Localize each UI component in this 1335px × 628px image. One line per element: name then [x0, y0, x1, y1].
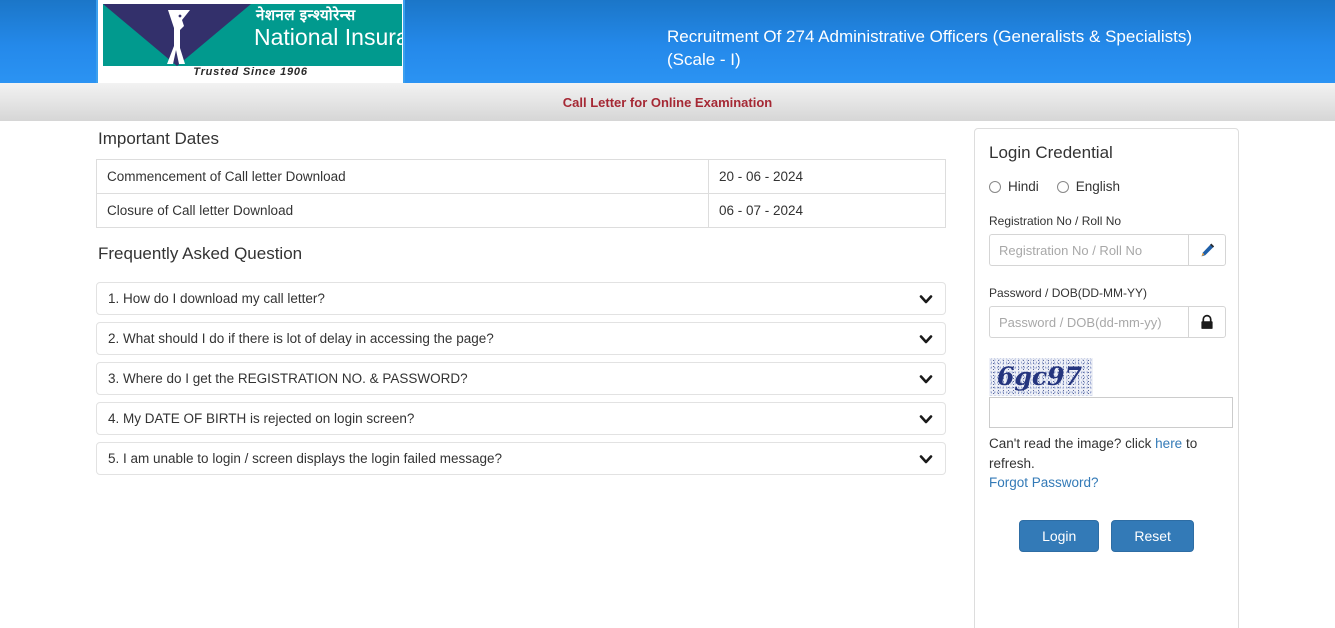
- faq-item-3[interactable]: 3. Where do I get the REGISTRATION NO. &…: [96, 362, 946, 395]
- password-input-group: [989, 306, 1226, 338]
- chevron-down-icon[interactable]: [919, 412, 933, 426]
- chevron-down-icon[interactable]: [919, 452, 933, 466]
- faq-list: 1. How do I download my call letter? 2. …: [96, 282, 946, 475]
- table-row: Closure of Call letter Download 06 - 07 …: [96, 193, 946, 228]
- logo-english-name: National Insurance: [254, 24, 403, 50]
- table-row: Commencement of Call letter Download 20 …: [96, 159, 946, 194]
- login-panel: Login Credential Hindi English Registrat…: [974, 128, 1239, 628]
- left-column: Important Dates Commencement of Call let…: [96, 121, 946, 482]
- pencil-icon[interactable]: [1199, 242, 1216, 259]
- subtitle-text: Call Letter for Online Examination: [562, 94, 773, 110]
- logo-hindi-name: नेशनल इन्श्योरेन्स: [256, 7, 356, 24]
- chevron-down-icon[interactable]: [919, 372, 933, 386]
- login-button-row: Login Reset: [989, 520, 1224, 553]
- radio-circle-icon[interactable]: [1056, 180, 1069, 193]
- logo-tagline: Trusted Since 1906: [193, 66, 308, 78]
- captcha-image: 6gc97: [989, 358, 1093, 396]
- captcha-image-text: 6gc97: [997, 362, 1082, 391]
- password-field-label: Password / DOB(DD-MM-YY): [989, 286, 1148, 300]
- registration-input-group: [989, 234, 1226, 266]
- date-label: Commencement of Call letter Download: [96, 159, 709, 194]
- captcha-input[interactable]: [989, 397, 1233, 428]
- faq-item-2[interactable]: 2. What should I do if there is lot of d…: [96, 322, 946, 355]
- forgot-password-link[interactable]: Forgot Password?: [989, 475, 1224, 490]
- date-value: 06 - 07 - 2024: [708, 193, 946, 228]
- faq-question-text: 3. Where do I get the REGISTRATION NO. &…: [108, 371, 468, 386]
- subtitle-bar: Call Letter for Online Examination: [0, 83, 1335, 121]
- reset-button[interactable]: Reset: [1111, 520, 1194, 553]
- faq-question-text: 2. What should I do if there is lot of d…: [108, 331, 494, 346]
- language-radio-english-label: English: [1075, 179, 1121, 194]
- page-title: Recruitment Of 274 Administrative Office…: [667, 27, 1192, 69]
- registration-edit-addon[interactable]: [1188, 234, 1226, 266]
- language-radio-hindi-label: Hindi: [1008, 179, 1039, 194]
- captcha-helper-text: Can't read the image? click here to refr…: [989, 434, 1224, 473]
- page-header: नेशनल इन्श्योरेन्स National Insurance Tr…: [0, 0, 1335, 83]
- faq-item-1[interactable]: 1. How do I download my call letter?: [96, 282, 946, 315]
- captcha-helper-prefix: Can't read the image? click: [989, 436, 1156, 451]
- language-radio-group: Hindi English: [989, 179, 1224, 194]
- lock-icon: [1201, 314, 1213, 329]
- chevron-down-icon[interactable]: [919, 332, 933, 346]
- date-value: 20 - 06 - 2024: [708, 159, 946, 194]
- language-radio-hindi[interactable]: Hindi: [989, 179, 1039, 194]
- radio-circle-icon[interactable]: [989, 180, 1001, 193]
- logo-bird-icon: [167, 10, 190, 64]
- chevron-down-icon[interactable]: [919, 292, 933, 306]
- faq-question-text: 1. How do I download my call letter?: [108, 291, 325, 306]
- password-input[interactable]: [989, 306, 1188, 338]
- important-dates-heading: Important Dates: [98, 129, 219, 148]
- main-content: Important Dates Commencement of Call let…: [0, 121, 1335, 628]
- faq-item-4[interactable]: 4. My DATE OF BIRTH is rejected on login…: [96, 402, 946, 435]
- faq-question-text: 5. I am unable to login / screen display…: [108, 451, 502, 466]
- password-lock-addon[interactable]: [1188, 306, 1226, 338]
- faq-question-text: 4. My DATE OF BIRTH is rejected on login…: [108, 411, 415, 426]
- faq-heading: Frequently Asked Question: [98, 244, 303, 263]
- faq-item-5[interactable]: 5. I am unable to login / screen display…: [96, 442, 946, 475]
- registration-field-label: Registration No / Roll No: [989, 214, 1122, 228]
- date-label: Closure of Call letter Download: [96, 193, 709, 228]
- captcha-refresh-link[interactable]: here: [1155, 436, 1182, 451]
- login-button[interactable]: Login: [1019, 520, 1100, 553]
- language-radio-english[interactable]: English: [1056, 179, 1121, 194]
- national-insurance-logo: नेशनल इन्श्योरेन्स National Insurance Tr…: [96, 0, 405, 83]
- important-dates-table: Commencement of Call letter Download 20 …: [96, 159, 946, 228]
- login-panel-title: Login Credential: [989, 143, 1113, 162]
- registration-input[interactable]: [989, 234, 1188, 266]
